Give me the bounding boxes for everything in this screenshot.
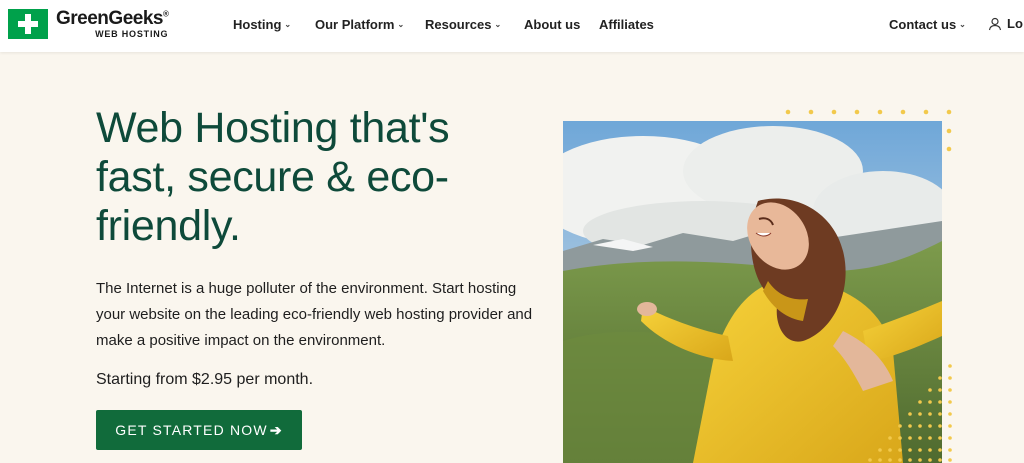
dot-pattern-bottom xyxy=(868,364,952,462)
chevron-down-icon: ⌄ xyxy=(959,20,966,29)
arrow-right-icon: ➔ xyxy=(269,421,283,438)
get-started-button[interactable]: GET STARTED NOW ➔ xyxy=(96,410,302,450)
chevron-down-icon: ⌄ xyxy=(284,20,292,29)
nav-item-label: Resources xyxy=(425,17,492,32)
nav-item-label: About us xyxy=(524,17,581,32)
price-line: Starting from $2.95 per month. xyxy=(96,371,313,389)
chevron-down-icon: ⌄ xyxy=(397,20,405,29)
nav-item-label: Our Platform xyxy=(315,17,395,32)
nav-item-contact-us[interactable]: Contact us ⌄ xyxy=(889,17,966,32)
price-prefix: Starting from xyxy=(96,371,193,388)
nav-item-resources[interactable]: Resources ⌄ xyxy=(425,17,501,32)
brand-tagline: WEB HOSTING xyxy=(95,29,169,39)
hero-headline: Web Hosting that's fast, secure & eco-fr… xyxy=(96,104,450,250)
site-header: GreenGeeks® WEB HOSTING Hosting ⌄ Our Pla… xyxy=(0,0,1024,52)
nav-item-about-us[interactable]: About us xyxy=(524,17,580,32)
brand-logo[interactable]: GreenGeeks® WEB HOSTING xyxy=(8,8,169,39)
brand-name: GreenGeeks xyxy=(56,8,163,29)
nav-item-hosting[interactable]: Hosting ⌄ xyxy=(233,17,291,32)
hero-description: The Internet is a huge polluter of the e… xyxy=(96,280,533,349)
registered-mark: ® xyxy=(162,9,169,19)
login-label: Lo xyxy=(1007,16,1023,31)
nav-item-label: Contact us xyxy=(889,17,957,32)
price-value: $2.95 xyxy=(192,371,233,388)
nav-item-our-platform[interactable]: Our Platform ⌄ xyxy=(315,17,404,32)
nav-item-label: Hosting xyxy=(233,17,282,32)
nav-item-affiliates[interactable]: Affiliates xyxy=(599,17,654,32)
cta-label: GET STARTED NOW xyxy=(115,422,268,438)
user-icon xyxy=(988,17,1002,31)
nav-item-label: Affiliates xyxy=(599,17,654,32)
login-link[interactable]: Lo xyxy=(988,16,1023,31)
chevron-down-icon: ⌄ xyxy=(494,20,502,29)
price-suffix: per month. xyxy=(232,371,314,388)
plus-icon xyxy=(8,9,48,39)
